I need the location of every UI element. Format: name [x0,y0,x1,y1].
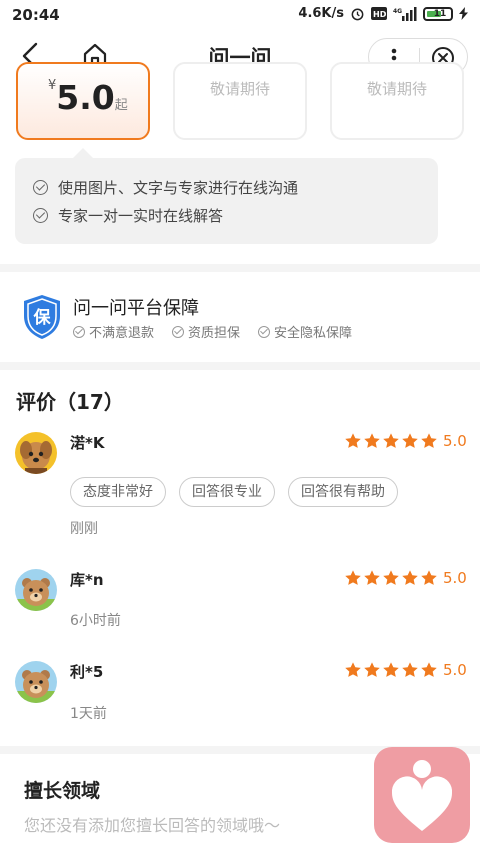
guarantee-item: 不满意退款 [73,322,154,341]
star-icon [420,569,438,587]
guarantee-item: 安全隐私保障 [258,322,352,341]
check-circle-icon [73,325,85,338]
price-card-coming-soon: 敬请期待 [330,62,464,140]
star-icon [363,569,381,587]
skill-title: 擅长领域 [24,780,101,802]
star-icon [382,432,400,450]
star-icon [382,569,400,587]
star-icon [344,432,362,450]
reviewer-name: 渃*K [70,434,105,452]
section-divider [0,264,480,272]
rating-stars [344,569,438,587]
star-icon [344,569,362,587]
reviewer-name: 库*n [70,571,104,589]
section-divider [0,362,480,370]
signal-icon: 4G [393,6,417,21]
review-tag: 回答很有帮助 [288,477,398,507]
review-time: 1天前 [70,706,107,722]
tooltip-line: 使用图片、文字与专家进行在线沟通 [33,177,298,198]
avatar-bear [15,569,57,611]
star-icon [363,661,381,679]
rating-score: 5.0 [443,432,467,450]
svg-text:4G: 4G [393,8,402,15]
battery-level: 11 [433,8,447,19]
heart-person-icon [391,760,453,831]
guarantee-title: 问一问平台保障 [73,298,199,319]
coming-soon-text: 敬请期待 [209,80,270,98]
tooltip-line: 专家一对一实时在线解答 [33,205,223,226]
review-tag: 回答很专业 [179,477,275,507]
battery-icon: 11 [423,6,453,21]
tooltip-text: 使用图片、文字与专家进行在线沟通 [58,179,299,197]
network-speed: 4.6K/s [298,6,344,21]
svg-text:HD: HD [373,10,387,19]
avatar-bear [15,661,57,703]
rating-stars [344,432,438,450]
coming-soon-text: 敬请期待 [366,80,427,98]
price-card-coming-soon: 敬请期待 [173,62,307,140]
star-icon [344,661,362,679]
check-circle-icon [172,325,185,338]
skill-empty-text: 您还没有添加您擅长回答的领域哦～ [24,816,281,835]
floating-heart-button[interactable] [374,747,470,843]
reviews-title: 评价（17） [16,390,124,414]
shield-badge-text: 保 [33,307,52,328]
reviewer-name: 利*5 [70,663,104,681]
price-card-selected[interactable]: ¥5.0起 [16,62,150,140]
tooltip-arrow [73,148,93,158]
shield-icon: 保 [24,295,60,339]
rating-score: 5.0 [443,569,467,587]
review-time: 刚刚 [70,521,98,537]
service-tooltip: 使用图片、文字与专家进行在线沟通 专家一对一实时在线解答 [15,158,438,244]
star-icon [363,432,381,450]
star-icon [401,432,419,450]
price-value: 5.0 [56,78,115,117]
rating-stars [344,661,438,679]
guarantee-items: 不满意退款 资质担保 安全隐私保障 [73,322,352,341]
charging-icon [459,7,468,20]
alarm-icon [351,8,364,21]
rating-score: 5.0 [443,661,467,679]
star-icon [401,569,419,587]
status-icons: 4.6K/s HD 4G 11 [298,6,468,21]
status-time: 20:44 [12,6,60,24]
review-time: 6小时前 [70,613,121,629]
avatar-dog [15,432,57,474]
tooltip-text: 专家一对一实时在线解答 [58,207,224,225]
guarantee-item-label: 安全隐私保障 [274,326,353,341]
price-suffix: 起 [114,98,128,113]
star-icon [401,661,419,679]
star-icon [382,661,400,679]
guarantee-item-label: 资质担保 [188,326,241,341]
check-circle-icon [258,325,271,338]
check-circle-icon [33,180,48,195]
hd-icon: HD [371,7,387,20]
star-icon [420,432,438,450]
guarantee-item-label: 不满意退款 [89,326,155,341]
guarantee-item: 资质担保 [172,322,240,341]
star-icon [420,661,438,679]
check-circle-icon [33,208,48,223]
status-bar: 20:44 4.6K/s HD 4G 11 [0,0,480,32]
review-tag: 态度非常好 [70,477,166,507]
price-text: ¥5.0起 [48,78,128,117]
